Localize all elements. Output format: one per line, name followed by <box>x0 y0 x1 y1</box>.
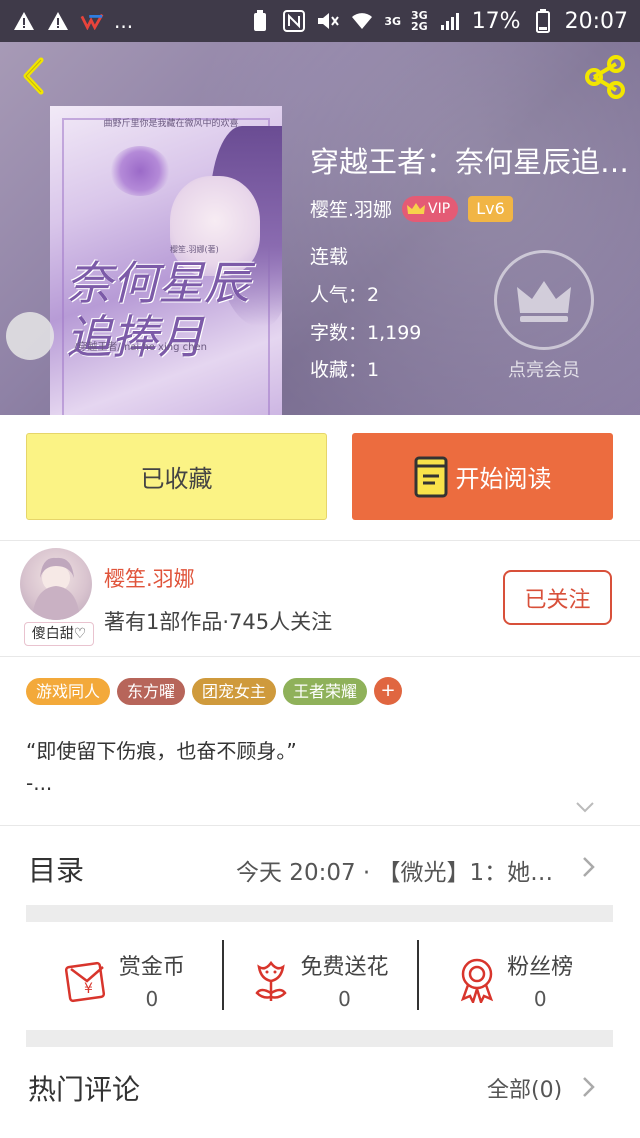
member-label: 点亮会员 <box>508 360 580 381</box>
intro-line: “即使留下伤痕，也奋不顾身。” <box>26 739 297 763</box>
word-count: 字数：1,199 <box>310 322 422 344</box>
tag-item[interactable]: 东方曜 <box>117 677 186 705</box>
stat-value: 0 <box>145 987 159 1011</box>
table-of-contents-row[interactable]: 目录 今天 20:07 · 【微光】1：她来了 <box>0 827 640 905</box>
cover-flower-art <box>110 146 170 196</box>
signal-icon <box>438 9 462 33</box>
battery-icon <box>531 9 555 33</box>
section-divider <box>0 656 640 657</box>
favorite-count: 收藏：1 <box>310 359 380 381</box>
avatar-art <box>32 557 80 620</box>
expand-intro-button[interactable] <box>574 796 596 818</box>
battery-percent: 17% <box>471 8 521 34</box>
start-reading-button[interactable]: 开始阅读 <box>352 433 613 520</box>
warning-icon <box>46 9 70 33</box>
followed-button[interactable]: 已关注 <box>503 570 612 625</box>
svg-text:¥: ¥ <box>84 981 93 997</box>
author-row-name[interactable]: 樱笙.羽娜 <box>104 563 195 593</box>
tag-list: 游戏同人 东方曜 团宠女主 王者荣耀 + <box>26 677 403 705</box>
start-reading-label: 开始阅读 <box>455 465 552 493</box>
author-name[interactable]: 樱笙.羽娜 <box>310 195 392 222</box>
stat-label: 赏金币 <box>118 955 185 980</box>
section-separator <box>26 905 613 922</box>
toc-label: 目录 <box>28 854 85 887</box>
activate-member-button[interactable]: 点亮会员 <box>492 250 596 382</box>
section-separator <box>26 1030 613 1047</box>
tag-item[interactable]: 团宠女主 <box>192 677 277 705</box>
share-icon <box>585 55 625 99</box>
tag-item[interactable]: 游戏同人 <box>26 677 111 705</box>
crown-icon <box>517 281 571 322</box>
coin-envelope-icon: ¥ <box>64 961 105 1003</box>
stat-value: 0 <box>338 987 351 1011</box>
intro-line: -... <box>26 771 53 795</box>
avatar-tag: 傻白甜♡ <box>24 622 94 646</box>
book-header: 曲野斤里你是我藏在微风中的欢喜 樱笙.羽娜(著) 奈何星辰追捧月 /穿越王者/ … <box>0 42 640 415</box>
cover-author: 樱笙.羽娜(著) <box>170 245 219 254</box>
battery-saver-icon <box>248 9 272 33</box>
network-3g-label: 3G <box>384 14 401 28</box>
stats-row: ¥ 赏金币 0 免费送花 0 粉丝榜 0 <box>26 930 613 1030</box>
popularity: 人气：2 <box>310 284 380 306</box>
section-divider <box>0 540 640 541</box>
book-title: 穿越王者：奈何星辰追捧月 <box>310 145 630 179</box>
section-divider <box>0 825 640 826</box>
crown-icon <box>407 202 426 214</box>
member-crown-circle <box>494 250 594 350</box>
cover-subtitle: /穿越王者/ nai he xing chen <box>74 342 207 353</box>
chevron-right-icon <box>578 855 598 879</box>
send-flowers-button[interactable]: 免费送花 0 <box>221 930 418 1030</box>
mute-icon <box>316 9 340 33</box>
fan-ranking-button[interactable]: 粉丝榜 0 <box>417 930 613 1030</box>
latest-chapter: 今天 20:07 · 【微光】1：她来了 <box>236 860 568 886</box>
book-icon <box>414 456 447 497</box>
collected-label: 已收藏 <box>140 465 213 493</box>
author-row-info: 著有1部作品·745人关注 <box>104 610 333 634</box>
medal-icon <box>461 958 494 1003</box>
serial-status: 连载 <box>310 246 349 268</box>
author-line: 樱笙.羽娜 VIP Lv6 <box>310 195 513 222</box>
vip-badge: VIP <box>402 195 459 222</box>
network-dual-label: 3G 2G <box>411 9 428 33</box>
warning-icon <box>12 9 36 33</box>
book-intro[interactable]: “即使留下伤痕，也奋不顾身。” -... <box>26 735 606 799</box>
reward-coins-button[interactable]: ¥ 赏金币 0 <box>26 930 222 1030</box>
book-cover[interactable]: 曲野斤里你是我藏在微风中的欢喜 樱笙.羽娜(著) 奈何星辰追捧月 /穿越王者/ … <box>50 106 282 415</box>
hot-comments-label: 热门评论 <box>28 1073 141 1106</box>
clock: 20:07 <box>564 8 628 34</box>
author-avatar[interactable] <box>20 548 92 620</box>
stat-value: 0 <box>533 987 547 1011</box>
back-button[interactable] <box>14 56 54 96</box>
chevron-down-icon <box>576 802 594 813</box>
all-comments-link[interactable]: 全部(0) <box>487 1072 562 1104</box>
app-notification-icon <box>80 9 104 33</box>
chevron-left-icon <box>23 57 44 95</box>
hot-comments-row[interactable]: 热门评论 全部(0) <box>0 1048 640 1128</box>
wifi-icon <box>350 9 374 33</box>
flower-icon <box>254 960 287 1001</box>
add-tag-button[interactable]: + <box>374 677 403 705</box>
share-button[interactable] <box>582 54 628 100</box>
more-notifications-text: ... <box>114 9 134 33</box>
nfc-icon <box>282 9 306 33</box>
status-bar: ... 3G 3G 2G 17% 20:07 <box>0 0 640 42</box>
chevron-right-icon <box>578 1075 598 1099</box>
stat-label: 粉丝榜 <box>507 955 574 980</box>
stat-label: 免费送花 <box>300 955 389 980</box>
cover-tagline: 曲野斤里你是我藏在微风中的欢喜 <box>103 119 239 129</box>
collected-button[interactable]: 已收藏 <box>26 433 327 520</box>
level-badge: Lv6 <box>468 195 513 222</box>
tag-item[interactable]: 王者荣耀 <box>283 677 368 705</box>
floating-handle[interactable] <box>6 312 54 360</box>
